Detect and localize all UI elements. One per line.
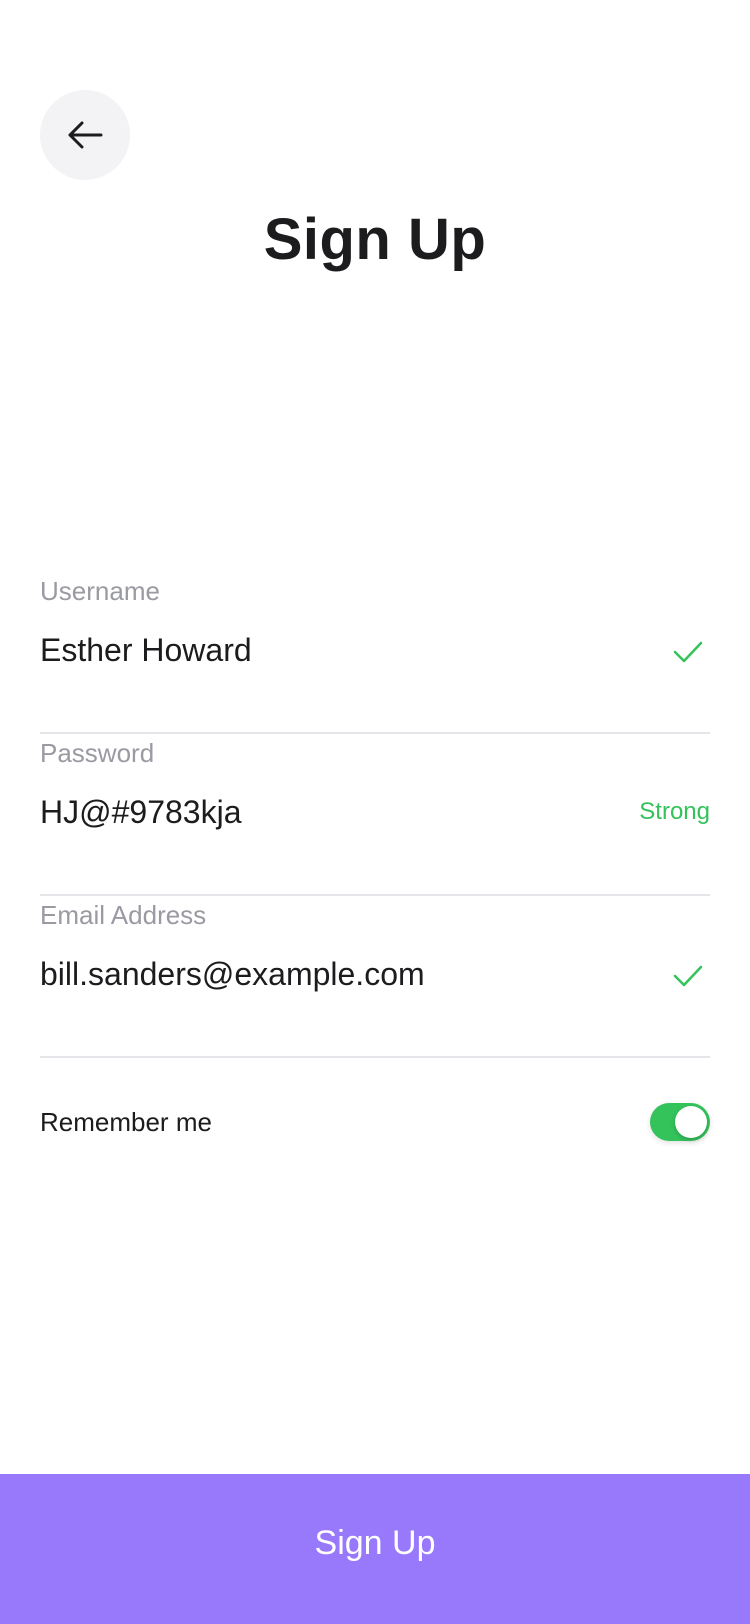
sign-up-screen: Sign Up Username Password Strong Email A… (0, 0, 750, 1624)
arrow-left-icon (67, 120, 103, 150)
page-title: Sign Up (263, 207, 487, 272)
email-label: Email Address (40, 900, 207, 930)
username-field-group: Username (40, 572, 710, 734)
password-input[interactable] (40, 794, 600, 831)
sign-up-form: Username Password Strong Email Address (40, 572, 710, 1058)
email-input[interactable] (40, 956, 600, 993)
email-field-group: Email Address (40, 896, 710, 1058)
remember-me-label: Remember me (40, 1106, 212, 1137)
username-label: Username (40, 576, 160, 606)
sign-up-button-label: Sign Up (314, 1524, 436, 1562)
username-check-icon (672, 638, 704, 666)
email-check-icon (672, 962, 704, 990)
toggle-knob (675, 1106, 707, 1138)
username-input[interactable] (40, 632, 600, 669)
password-strength-badge: Strong (639, 798, 710, 825)
back-button[interactable] (40, 90, 130, 180)
password-label: Password (40, 738, 155, 768)
remember-me-toggle[interactable] (650, 1103, 710, 1141)
password-field-group: Password Strong (40, 734, 710, 896)
remember-me-row: Remember me (40, 1100, 710, 1144)
sign-up-button[interactable]: Sign Up (0, 1474, 750, 1624)
